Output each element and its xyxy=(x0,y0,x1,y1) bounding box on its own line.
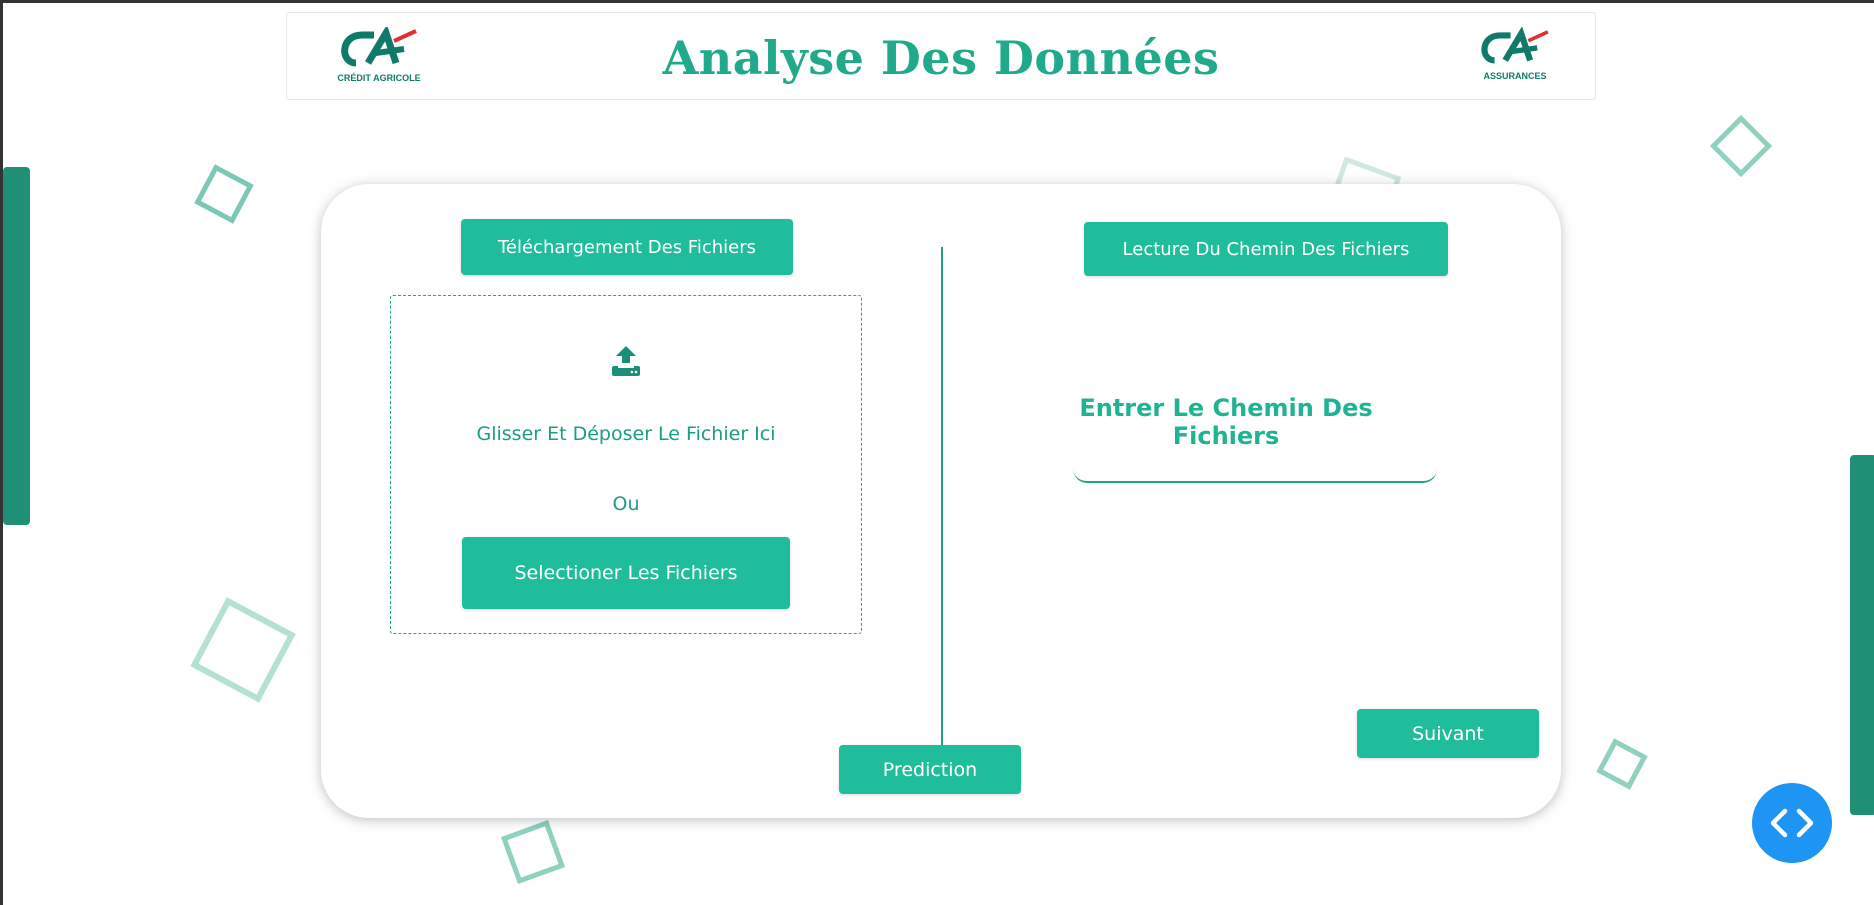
decorative-square xyxy=(1709,114,1773,178)
right-side-bar xyxy=(1850,455,1874,815)
logo-right-text: ASSURANCES xyxy=(1483,71,1547,81)
select-files-button[interactable]: Selectioner Les Fichiers xyxy=(462,537,790,609)
decorative-square xyxy=(194,164,254,224)
header-bar: CRÉDIT AGRICOLE Analyse Des Données ASSU… xyxy=(286,12,1596,100)
prediction-button[interactable]: Prediction xyxy=(839,745,1021,794)
file-path-input[interactable] xyxy=(1073,467,1437,483)
drop-instruction: Glisser Et Déposer Le Fichier Ici xyxy=(476,423,776,445)
file-dropzone[interactable]: Glisser Et Déposer Le Fichier Ici Ou Sel… xyxy=(390,295,862,634)
ca-assurances-logo: ASSURANCES xyxy=(1462,26,1568,81)
code-brackets-icon xyxy=(1770,808,1814,838)
decorative-square xyxy=(1596,738,1648,790)
tab-upload-files[interactable]: Téléchargement Des Fichiers xyxy=(461,219,793,275)
next-button[interactable]: Suivant xyxy=(1357,709,1539,758)
path-input-label: Entrer Le Chemin Des Fichiers xyxy=(1079,394,1373,450)
or-separator: Ou xyxy=(612,493,640,515)
left-side-bar xyxy=(3,167,30,525)
tab-file-path[interactable]: Lecture Du Chemin Des Fichiers xyxy=(1084,222,1448,276)
ca-logo-icon xyxy=(1481,26,1549,64)
main-card: Téléchargement Des Fichiers Glisser Et D… xyxy=(321,184,1561,818)
decorative-square xyxy=(500,819,566,885)
window-top-border xyxy=(3,0,1874,3)
code-toggle-button[interactable] xyxy=(1752,783,1832,863)
upload-tray-icon xyxy=(610,344,642,382)
decorative-square xyxy=(190,597,296,703)
vertical-divider xyxy=(941,247,943,747)
page-title: Analyse Des Données xyxy=(662,31,1220,85)
